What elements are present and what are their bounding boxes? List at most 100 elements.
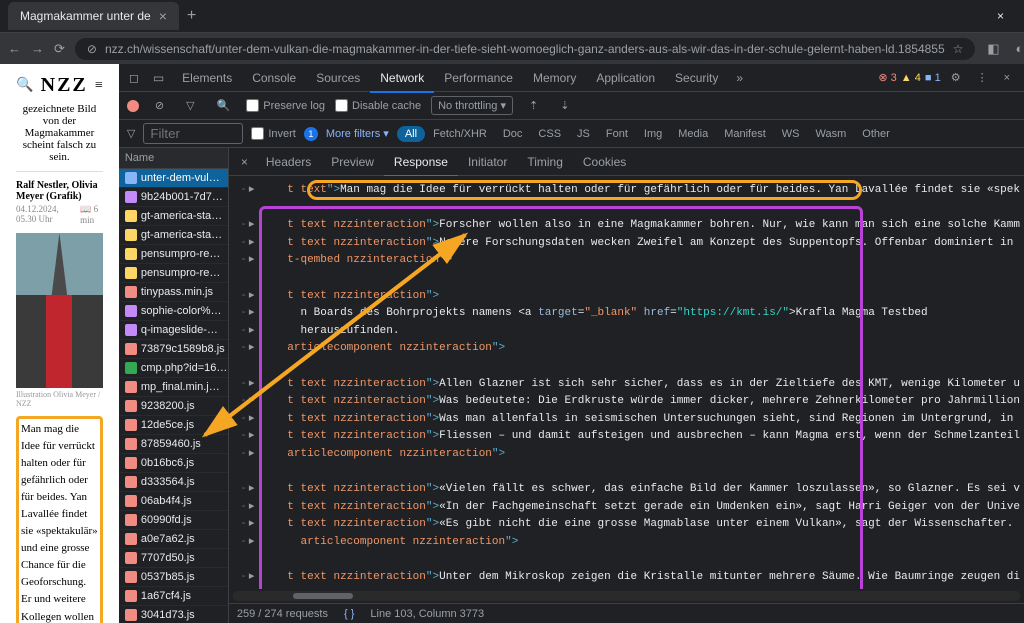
download-icon[interactable]: ⇣ [554,99,575,112]
filter-type-doc[interactable]: Doc [495,126,531,142]
filter-type-manifest[interactable]: Manifest [716,126,774,142]
filter-type-other[interactable]: Other [854,126,898,142]
close-icon[interactable]: × [233,155,256,169]
request-item[interactable]: 9238200.js [119,397,228,416]
response-line [233,358,1020,376]
response-line: -▸ t text nzzinteraction">«In der Fachge… [233,499,1020,517]
request-item[interactable]: 0b16bc6.js [119,454,228,473]
request-item[interactable]: 12de5ce.js [119,416,228,435]
request-item[interactable]: sophie-color%… [119,302,228,321]
horizontal-scrollbar[interactable] [233,591,1020,601]
article-readtime: 📖 6 min [80,204,103,225]
devtools-tab-memory[interactable]: Memory [523,65,586,91]
funnel-icon[interactable]: ▽ [127,127,135,140]
filter-type-media[interactable]: Media [670,126,716,142]
back-icon[interactable]: ← [8,41,21,56]
close-icon[interactable]: × [159,8,167,24]
devtools-tab-sources[interactable]: Sources [306,65,370,91]
filter-type-img[interactable]: Img [636,126,670,142]
detail-tab-cookies[interactable]: Cookies [573,149,636,175]
devtools-tab-console[interactable]: Console [242,65,306,91]
detail-tab-response[interactable]: Response [384,149,458,177]
request-item[interactable]: unter-dem-vul… [119,169,228,188]
devtools-tab-elements[interactable]: Elements [172,65,242,91]
detail-tab-timing[interactable]: Timing [517,149,573,175]
hamburger-icon[interactable]: ≡ [95,78,103,94]
detail-tab-preview[interactable]: Preview [321,149,384,175]
filter-type-wasm[interactable]: Wasm [808,126,855,142]
forward-icon[interactable]: → [31,41,44,56]
request-item[interactable]: 7707d50.js [119,549,228,568]
request-item[interactable]: 1a67cf4.js [119,587,228,606]
request-item[interactable]: d333564.js [119,473,228,492]
devtools-tab-network[interactable]: Network [370,65,434,93]
request-item[interactable]: mp_final.min.j… [119,378,228,397]
response-line: -▸ t text nzzinteraction">Forscher wolle… [233,217,1020,235]
detail-tab-initiator[interactable]: Initiator [458,149,517,175]
request-item[interactable]: 0537b85.js [119,568,228,587]
request-item[interactable]: 9b24b001-7d7… [119,188,228,207]
inspect-icon[interactable]: ◻ [123,71,145,85]
request-item[interactable]: 06ab4f4.js [119,492,228,511]
request-item[interactable]: 87859460.js [119,435,228,454]
ext-icon[interactable]: ◧ [985,41,1001,57]
request-item[interactable]: tinypass.min.js [119,283,228,302]
new-tab-button[interactable]: + [179,7,204,25]
network-toolbar: ⊘ ▽ 🔍 Preserve log Disable cache No thro… [119,92,1024,120]
filter-type-font[interactable]: Font [598,126,636,142]
request-item[interactable]: cmp.php?id=16… [119,359,228,378]
devtools-tab-security[interactable]: Security [665,65,728,91]
tab-title: Magmakammer unter de [20,9,151,23]
request-item[interactable]: 60990fd.js [119,511,228,530]
disable-cache-checkbox[interactable]: Disable cache [335,99,421,112]
url-field[interactable]: ⊘ nzz.ch/wissenschaft/unter-dem-vulkan-d… [75,38,976,60]
filter-type-fetch/xhr[interactable]: Fetch/XHR [425,126,495,142]
window-close-icon[interactable]: × [985,9,1016,23]
throttle-select[interactable]: No throttling ▾ [431,96,513,115]
star-icon[interactable]: ☆ [953,42,964,56]
chevron-icon[interactable]: » [730,71,749,85]
clear-icon[interactable]: ⊘ [149,99,170,112]
wifi-icon[interactable]: ⇡ [523,99,544,112]
request-item[interactable]: gt-america-sta… [119,226,228,245]
filter-icon[interactable]: ▽ [180,99,200,112]
reload-icon[interactable]: ⟳ [54,41,65,57]
browser-tab[interactable]: Magmakammer unter de × [8,2,179,30]
filter-input[interactable] [143,123,243,144]
browser-urlbar: ← → ⟳ ⊘ nzz.ch/wissenschaft/unter-dem-vu… [0,32,1024,64]
invert-checkbox[interactable]: Invert [251,127,296,140]
status-bar: 259 / 274 requests { } Line 103, Column … [229,603,1024,623]
response-line: -▸ t text nzzinteraction">Neuere Forschu… [233,235,1020,253]
devtools-tab-application[interactable]: Application [586,65,665,91]
devtools-tab-performance[interactable]: Performance [434,65,523,91]
filter-type-css[interactable]: CSS [530,126,569,142]
kebab-icon[interactable]: ⋮ [971,71,994,84]
request-item[interactable]: 3041d73.js [119,606,228,623]
request-item[interactable]: q-imageslide-… [119,321,228,340]
more-filters[interactable]: More filters ▾ [326,127,389,140]
browser-tabbar: Magmakammer unter de × + × [0,0,1024,32]
request-item[interactable]: pensumpro-re… [119,264,228,283]
request-item[interactable]: gt-america-sta… [119,207,228,226]
devtools-warnings[interactable]: ⊗ 3 ▲ 4 ■ 1 ⚙ ⋮ × [878,71,1020,84]
search-icon[interactable]: 🔍 [16,77,33,94]
image-caption: Illustration Olivia Meyer / NZZ [16,390,103,408]
close-icon[interactable]: × [998,72,1016,84]
device-icon[interactable]: ▭ [147,71,170,85]
response-content[interactable]: -▸ t text">Man mag die Idee für verrückt… [229,176,1024,589]
filter-type-ws[interactable]: WS [774,126,808,142]
filter-type-js[interactable]: JS [569,126,598,142]
record-icon[interactable] [127,100,139,112]
request-item[interactable]: 73879c1589b8.js [119,340,228,359]
search-icon[interactable]: 🔍 [211,99,237,112]
request-item[interactable]: pensumpro-re… [119,245,228,264]
response-line: -▸ n Boards des Bohrprojekts namens <a t… [233,305,1020,323]
nzz-logo: NZZ [41,74,88,97]
detail-tab-headers[interactable]: Headers [256,149,321,175]
request-item[interactable]: a0e7a62.js [119,530,228,549]
preserve-log-checkbox[interactable]: Preserve log [246,99,325,112]
filter-type-all[interactable]: All [397,126,425,142]
ext-icon[interactable]: ◐ [1011,41,1024,57]
name-column-header[interactable]: Name [119,148,228,169]
gear-icon[interactable]: ⚙ [945,71,967,84]
